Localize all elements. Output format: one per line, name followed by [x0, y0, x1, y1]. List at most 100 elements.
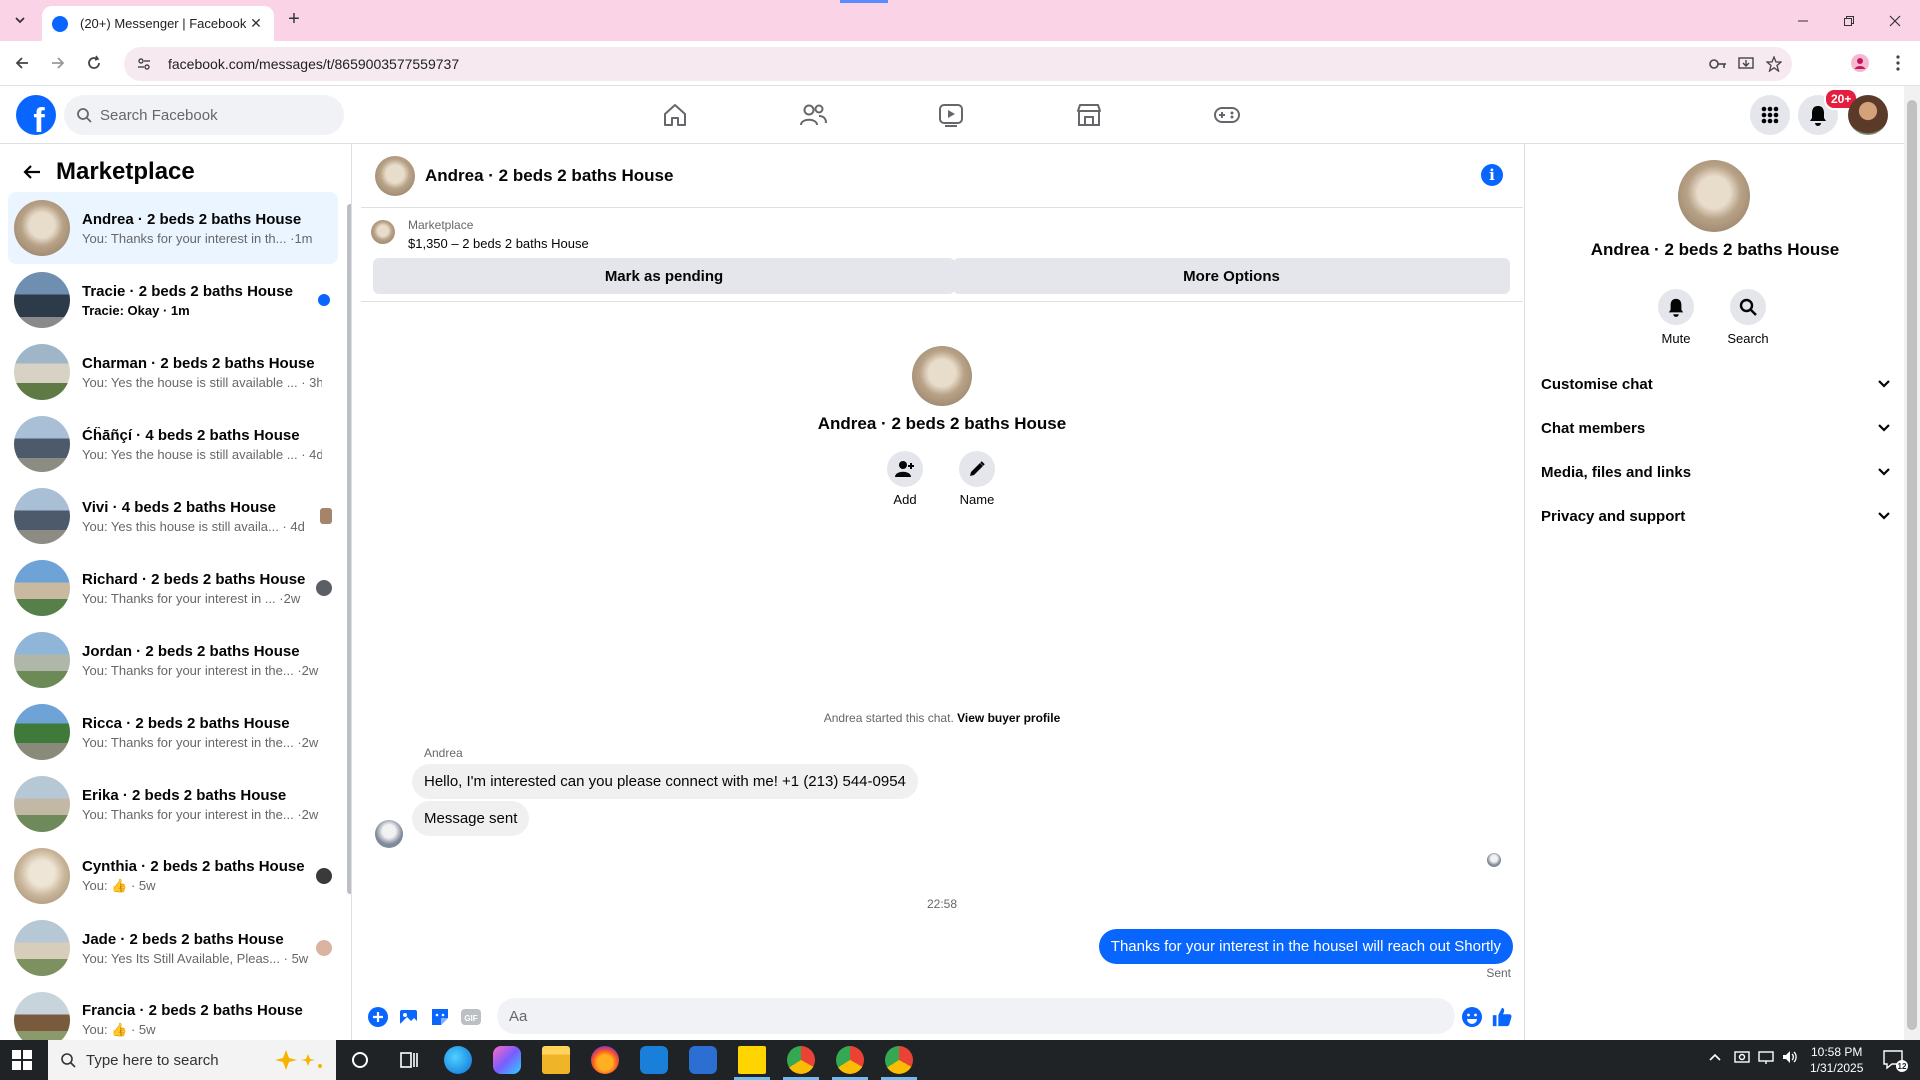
- sender-avatar[interactable]: [375, 820, 403, 848]
- tray-chevron-up-icon[interactable]: [1708, 1050, 1722, 1067]
- taskbar-search-box[interactable]: Type here to search: [48, 1040, 336, 1080]
- incoming-message[interactable]: Hello, I'm interested can you please con…: [412, 764, 918, 799]
- sticky-notes-icon[interactable]: [738, 1046, 766, 1074]
- search-in-conversation-button[interactable]: Search: [1718, 289, 1778, 346]
- conversation-item-jade[interactable]: Jade · 2 beds 2 baths House You: Yes Its …: [8, 912, 338, 984]
- conversation-avatar[interactable]: [375, 155, 415, 196]
- conversation-item-richard[interactable]: Richard · 2 beds 2 baths House You: Thank…: [8, 552, 338, 624]
- unread-dot: [318, 294, 330, 306]
- close-window-icon[interactable]: [1872, 0, 1918, 41]
- profile-icon[interactable]: [1848, 51, 1872, 75]
- privacy-support-section[interactable]: Privacy and support: [1541, 494, 1891, 538]
- attach-photo-icon[interactable]: [398, 1006, 420, 1028]
- gif-icon[interactable]: GIF: [460, 1006, 482, 1028]
- listing-thumbnail[interactable]: [371, 220, 395, 244]
- emoji-icon[interactable]: [1461, 1006, 1483, 1028]
- customise-chat-section[interactable]: Customise chat: [1541, 362, 1891, 406]
- new-tab-button[interactable]: +: [284, 9, 304, 30]
- notification-count: 12: [1898, 1062, 1907, 1071]
- notification-center-icon[interactable]: 12: [1880, 1046, 1908, 1077]
- more-actions-plus-icon[interactable]: [367, 1006, 389, 1028]
- tab-indicator: [840, 0, 888, 3]
- marketplace-chat-list: Marketplace Andrea · 2 beds 2 baths Hous…: [0, 144, 352, 1040]
- facebook-search-box[interactable]: Search Facebook: [64, 95, 344, 135]
- forward-arrow-icon[interactable]: [46, 51, 70, 75]
- chat-started-notice: Andrea started this chat. View buyer pro…: [823, 711, 1061, 725]
- conversation-item-francia[interactable]: Francia · 2 beds 2 baths House You: 👍 · 5…: [8, 984, 338, 1040]
- volume-icon[interactable]: [1782, 1050, 1798, 1067]
- store-app-icon[interactable]: [689, 1046, 717, 1074]
- conversation-preview: Tracie: Okay · 1m: [82, 302, 190, 318]
- conversation-title[interactable]: Andrea · 2 beds 2 baths House: [425, 166, 673, 186]
- close-tab-icon[interactable]: ✕: [248, 15, 264, 32]
- chrome-profile-app-icon[interactable]: [836, 1046, 864, 1074]
- task-view-circle-icon[interactable]: [346, 1046, 374, 1074]
- taskbar-clock[interactable]: 10:58 PM 1/31/2025: [1810, 1044, 1863, 1076]
- url-field[interactable]: facebook.com/messages/t/8659003577559737: [124, 47, 1792, 81]
- conversation-panel: Andrea · 2 beds 2 baths House i Marketpl…: [361, 144, 1523, 1040]
- task-view-icon[interactable]: [395, 1046, 423, 1074]
- back-arrow-icon[interactable]: [16, 156, 48, 188]
- chat-members-section[interactable]: Chat members: [1541, 406, 1891, 450]
- incoming-message[interactable]: Message sent: [412, 801, 530, 836]
- chrome-profile-app-icon[interactable]: [885, 1046, 913, 1074]
- reload-icon[interactable]: [82, 51, 106, 75]
- info-icon[interactable]: i: [1481, 164, 1503, 186]
- mail-app-icon[interactable]: [640, 1046, 668, 1074]
- tab-search-chevron-icon[interactable]: [8, 8, 32, 32]
- tray-camera-icon[interactable]: [1734, 1050, 1750, 1067]
- menu-grid-icon[interactable]: [1750, 95, 1790, 135]
- copilot-app-icon[interactable]: [493, 1046, 521, 1074]
- friends-nav-icon[interactable]: [757, 86, 869, 144]
- conversation-item-cynthia[interactable]: Cynthia · 2 beds 2 baths House You: 👍 · 5…: [8, 840, 338, 912]
- outgoing-message[interactable]: Thanks for your interest in the houseI w…: [1098, 929, 1513, 964]
- conversation-item-ricca[interactable]: Ricca · 2 beds 2 baths House You: Thanks …: [8, 696, 338, 768]
- conversation-item-tracie[interactable]: Tracie · 2 beds 2 baths House Tracie: Oka…: [8, 264, 338, 336]
- name-chat-button[interactable]: Name: [947, 451, 1007, 507]
- mute-button[interactable]: Mute: [1646, 289, 1706, 346]
- seen-avatar: [316, 580, 332, 596]
- listing-price-title[interactable]: $1,350 – 2 beds 2 baths House: [408, 236, 589, 251]
- conversation-item-jordan[interactable]: Jordan · 2 beds 2 baths House You: Thanks…: [8, 624, 338, 696]
- conversation-name: Richard · 2 beds 2 baths House: [82, 570, 306, 588]
- home-nav-icon[interactable]: [619, 86, 731, 144]
- conversation-item-charman[interactable]: Charman · 2 beds 2 baths House You: Yes t…: [8, 336, 338, 408]
- conversation-item-andrea[interactable]: Andrea · 2 beds 2 baths House You: Thanks…: [8, 192, 338, 264]
- back-arrow-icon[interactable]: [10, 51, 34, 75]
- facebook-logo-icon[interactable]: f: [16, 95, 56, 135]
- mark-as-pending-button[interactable]: Mark as pending: [373, 258, 955, 294]
- sidebar-scrollbar-thumb[interactable]: [347, 204, 351, 894]
- marketplace-nav-icon[interactable]: [1033, 86, 1145, 144]
- browser-tab-messenger[interactable]: (20+) Messenger | Facebook ✕: [42, 6, 274, 41]
- search-placeholder: Search Facebook: [100, 106, 218, 124]
- sticker-icon[interactable]: [429, 1006, 451, 1028]
- media-files-links-section[interactable]: Media, files and links: [1541, 450, 1891, 494]
- file-explorer-icon[interactable]: [542, 1046, 570, 1074]
- chrome-app-icon[interactable]: [787, 1046, 815, 1074]
- add-people-button[interactable]: Add: [875, 451, 935, 507]
- view-buyer-profile-link[interactable]: View buyer profile: [957, 711, 1060, 725]
- gaming-nav-icon[interactable]: [1171, 86, 1283, 144]
- page-scrollbar-thumb[interactable]: [1907, 100, 1917, 1030]
- network-icon[interactable]: [1758, 1050, 1774, 1067]
- firefox-app-icon[interactable]: [591, 1046, 619, 1074]
- more-options-button[interactable]: More Options: [953, 258, 1510, 294]
- install-app-icon[interactable]: [1734, 47, 1758, 81]
- conversation-item-vivi[interactable]: Vivi · 4 beds 2 baths House You: Yes this…: [8, 480, 338, 552]
- facebook-favicon-icon: [52, 15, 68, 32]
- message-input[interactable]: [497, 998, 1455, 1034]
- windows-start-icon[interactable]: [12, 1050, 32, 1070]
- conversation-item-erika[interactable]: Erika · 2 beds 2 baths House You: Thanks …: [8, 768, 338, 840]
- browser-address-bar: facebook.com/messages/t/8659003577559737: [0, 41, 1920, 86]
- edge-app-icon[interactable]: [444, 1046, 472, 1074]
- video-nav-icon[interactable]: [895, 86, 1007, 144]
- bookmark-star-icon[interactable]: [1762, 47, 1786, 81]
- restore-icon[interactable]: [1826, 0, 1872, 41]
- like-thumbs-up-icon[interactable]: [1491, 1006, 1513, 1028]
- minimize-icon[interactable]: [1780, 0, 1826, 41]
- password-key-icon[interactable]: [1706, 47, 1730, 81]
- browser-menu-icon[interactable]: [1886, 51, 1910, 75]
- account-avatar[interactable]: [1848, 95, 1888, 135]
- site-info-icon[interactable]: [136, 56, 152, 72]
- conversation-item-chanci[interactable]: Ćĥāñçí · 4 beds 2 baths House You: Yes th…: [8, 408, 338, 480]
